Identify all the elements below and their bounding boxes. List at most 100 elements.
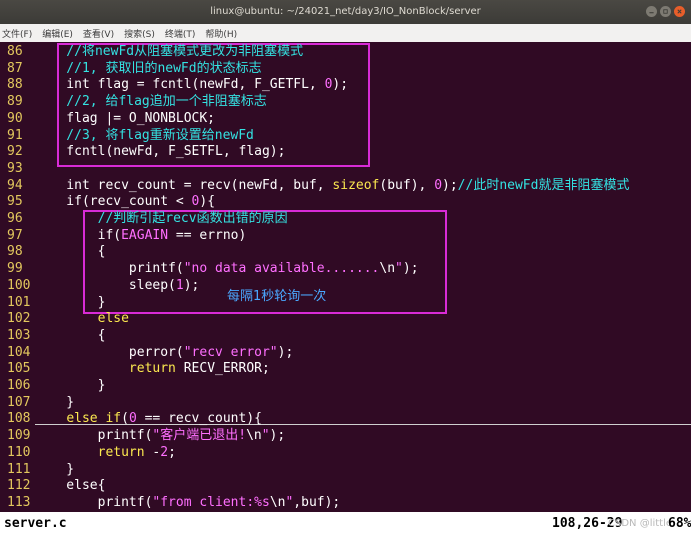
code-token: - xyxy=(144,444,161,460)
title-bar: linux@ubuntu: ~/24021_net/day3/IO_NonBlo… xyxy=(0,0,691,24)
code-text: perror("recv error"); xyxy=(35,345,293,362)
code-token: else if xyxy=(66,411,122,427)
menu-edit[interactable]: 编辑(E) xyxy=(42,27,73,40)
code-token: ( xyxy=(121,411,129,427)
code-text: else xyxy=(35,311,129,328)
code-token: } xyxy=(35,294,106,310)
code-token: 2 xyxy=(160,444,169,460)
line-number: 105 xyxy=(7,361,31,377)
code-token: \n xyxy=(246,428,262,444)
line-number: 109 xyxy=(7,428,31,444)
code-token: printf( xyxy=(35,261,184,277)
code-token: ){ xyxy=(199,194,216,210)
code-token: return xyxy=(97,444,145,460)
code-token: == recv_count){ xyxy=(136,411,262,427)
line-number: 94 xyxy=(7,177,23,193)
line-number: 104 xyxy=(7,344,31,360)
code-token: 0 xyxy=(128,411,137,427)
code-token: perror( xyxy=(35,344,184,360)
line-number: 101 xyxy=(7,294,31,310)
code-token: \n xyxy=(269,494,286,510)
code-token: RECV_ERROR; xyxy=(175,361,270,377)
code-token: "from client:%s xyxy=(152,494,270,510)
close-button[interactable] xyxy=(674,6,685,17)
code-token: ); xyxy=(402,261,419,277)
code-text: printf("客户端已退出!\n"); xyxy=(35,428,286,445)
code-text: { xyxy=(35,244,106,261)
code-token: ,buf); xyxy=(293,494,341,510)
menu-view[interactable]: 查看(V) xyxy=(83,27,114,40)
code-token: } xyxy=(35,461,75,477)
line-number: 99 xyxy=(7,261,23,277)
line-number: 98 xyxy=(7,244,23,260)
code-token: 1 xyxy=(175,277,184,293)
status-filename: server.c xyxy=(4,516,67,531)
menu-search[interactable]: 搜索(S) xyxy=(124,27,155,40)
annotation-note: 每隔1秒轮询一次 xyxy=(227,289,327,304)
code-token: sizeof xyxy=(332,177,380,193)
line-number: 93 xyxy=(7,160,23,176)
line-number: 89 xyxy=(7,94,23,110)
code-text: else{ xyxy=(35,478,105,495)
code-text: printf("no data available.......\n"); xyxy=(35,261,419,278)
code-text: //1, 获取旧的newFd的状态标志 xyxy=(35,60,262,78)
code-token: ; xyxy=(168,444,176,460)
code-token: ); xyxy=(277,344,294,360)
line-number: 113 xyxy=(7,494,31,510)
code-text: //3, 将flag重新设置给newFd xyxy=(35,128,254,145)
line-number: 92 xyxy=(7,144,23,160)
line-number: 91 xyxy=(7,127,23,143)
code-text: int recv_count = recv(newFd, buf, sizeof… xyxy=(35,178,629,195)
line-number: 86 xyxy=(7,44,23,59)
window-controls xyxy=(646,6,685,17)
minimize-button[interactable] xyxy=(646,6,657,17)
code-token: flag |= O_NONBLOCK; xyxy=(35,110,216,126)
line-number: 106 xyxy=(7,378,31,393)
window-title: linux@ubuntu: ~/24021_net/day3/IO_NonBlo… xyxy=(210,6,481,17)
line-number: 88 xyxy=(7,77,23,93)
code-token: "no data available....... xyxy=(183,261,380,277)
code-token: int recv_count = recv(newFd, buf, xyxy=(35,177,333,193)
code-token: fcntl(newFd, F_SETFL, flag); xyxy=(35,144,286,160)
code-text: } xyxy=(35,462,74,479)
menu-terminal[interactable]: 终端(T) xyxy=(165,27,196,40)
code-token: EAGAIN xyxy=(121,227,169,243)
code-token: "客户端已退出! xyxy=(152,428,247,444)
code-token: \n xyxy=(379,261,396,277)
code-token: " xyxy=(395,261,403,277)
line-number: 90 xyxy=(7,110,23,126)
code-text: flag |= O_NONBLOCK; xyxy=(35,111,215,128)
code-token: { xyxy=(35,244,106,260)
code-token: else xyxy=(35,311,129,327)
code-token: (buf), xyxy=(379,177,435,193)
code-token: //此时newFd就是非阻塞模式 xyxy=(457,177,630,193)
code-token: 0 xyxy=(434,177,443,193)
code-editor[interactable]: 每隔1秒轮询一次 86 //将newFd从阻塞模式更改为非阻塞模式 87 //1,… xyxy=(0,42,691,512)
code-token: //2, 给flag追加一个非阻塞标志 xyxy=(35,94,267,110)
maximize-icon xyxy=(663,9,668,14)
code-text: if(EAGAIN == errno) xyxy=(35,227,247,245)
code-text: } xyxy=(35,294,106,312)
code-token: //1, 获取旧的newFd的状态标志 xyxy=(35,60,262,76)
code-text: else if(0 == recv_count){ xyxy=(35,411,262,428)
maximize-button[interactable] xyxy=(660,6,671,17)
code-text: } xyxy=(35,378,106,395)
code-text: printf("from client:%s\n",buf); xyxy=(35,494,341,512)
menu-help[interactable]: 帮助(H) xyxy=(205,27,237,40)
line-number: 111 xyxy=(7,461,31,477)
code-text: int flag = fcntl(newFd, F_GETFL, 0); xyxy=(35,77,348,94)
code-token: ); xyxy=(183,277,200,293)
code-text: //将newFd从阻塞模式更改为非阻塞模式 xyxy=(35,44,303,61)
line-number: 87 xyxy=(7,60,23,76)
line-number: 97 xyxy=(7,227,23,243)
code-token: sleep( xyxy=(35,277,176,293)
code-token: == errno) xyxy=(168,227,247,243)
code-token: if(recv_count < xyxy=(35,194,192,210)
menu-file[interactable]: 文件(F) xyxy=(2,27,32,40)
code-token: ); xyxy=(442,177,458,193)
code-token: else{ xyxy=(35,478,106,494)
line-number: 107 xyxy=(7,394,31,410)
